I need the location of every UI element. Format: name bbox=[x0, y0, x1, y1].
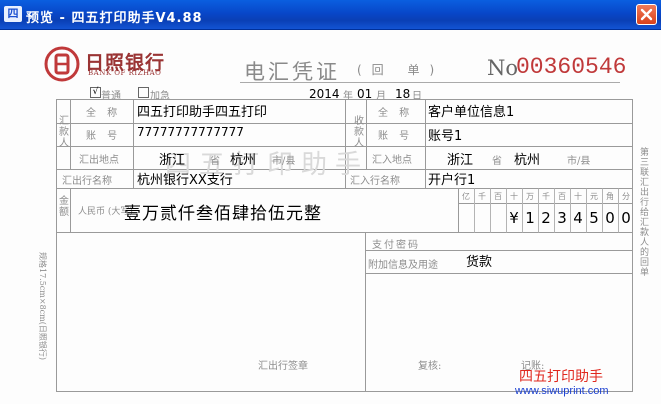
payee-account: 账号1 bbox=[428, 129, 463, 144]
payee-province: 浙江 bbox=[447, 153, 474, 168]
amount-unit-header: 十 bbox=[574, 192, 582, 201]
in-bank-label: 汇入行名称 bbox=[350, 176, 400, 187]
payee-city-unit: 市/县 bbox=[567, 156, 591, 167]
remitter-city-unit: 市/县 bbox=[272, 156, 296, 167]
amount-digit: ¥ bbox=[509, 209, 519, 227]
payee-place-label: 汇入地点 bbox=[372, 155, 412, 166]
close-button[interactable] bbox=[636, 4, 657, 25]
payee-name: 客户单位信息1 bbox=[428, 105, 515, 120]
out-bank-name: 杭州银行XX支行 bbox=[137, 173, 233, 188]
voucher-sheet: 日照银行 BANK OF RIZHAO 电汇凭证 (回 单) No 003605… bbox=[0, 30, 661, 404]
brand-url[interactable]: www.siwuprint.com bbox=[515, 385, 609, 397]
remitter-province: 浙江 bbox=[159, 153, 186, 168]
side-note: 第三联 汇出行给汇款人的回单 bbox=[640, 148, 650, 278]
remitter-province-unit: 省 bbox=[210, 156, 220, 167]
window-title: 预览 - 四五打印助手V4.88 bbox=[26, 11, 203, 26]
amount-label: 金额 bbox=[59, 196, 69, 218]
window-titlebar: 四 预览 - 四五打印助手V4.88 bbox=[0, 0, 661, 30]
remitter-place-label: 汇出地点 bbox=[79, 155, 119, 166]
brand-name: 四五打印助手 bbox=[519, 369, 603, 385]
out-bank-label: 汇出行名称 bbox=[62, 176, 112, 187]
review-label: 复核: bbox=[418, 361, 442, 372]
amount-digit: 2 bbox=[541, 209, 551, 227]
amount-unit-header: 角 bbox=[606, 192, 614, 201]
payment-password-label: 支付密码 bbox=[372, 240, 420, 251]
amount-digit: 0 bbox=[621, 209, 631, 227]
amount-unit-header: 分 bbox=[622, 192, 630, 201]
amount-digit: 0 bbox=[605, 209, 615, 227]
amount-unit-header: 千 bbox=[478, 192, 486, 201]
amount-digit: 4 bbox=[573, 209, 583, 227]
payee-province-unit: 省 bbox=[492, 156, 502, 167]
amount-digit: 3 bbox=[557, 209, 567, 227]
remitter-city: 杭州 bbox=[230, 153, 257, 168]
amount-unit-header: 百 bbox=[494, 192, 502, 201]
amount-in-words: 壹万贰仟叁佰肆拾伍元整 bbox=[124, 204, 322, 224]
remitter-name: 四五打印助手四五打印 bbox=[137, 105, 268, 120]
app-icon: 四 bbox=[4, 6, 22, 22]
left-note: 规格17.5cm×8cm(日照银行) bbox=[38, 252, 47, 360]
amount-unit-header: 元 bbox=[590, 192, 598, 201]
extra-info-label: 附加信息及用途 bbox=[368, 260, 438, 271]
remitter-section-label: 汇款人 bbox=[59, 116, 69, 149]
amount-digit: 5 bbox=[589, 209, 599, 227]
in-bank-name: 开户行1 bbox=[428, 173, 476, 188]
close-icon bbox=[640, 8, 653, 21]
amount-unit-header: 千 bbox=[542, 192, 550, 201]
left-note-wrap: 规格17.5cm×8cm(日照银行) bbox=[37, 252, 49, 382]
amount-unit-header: 十 bbox=[510, 192, 518, 201]
payee-city: 杭州 bbox=[514, 153, 541, 168]
purpose-value: 货款 bbox=[466, 255, 493, 270]
remitter-name-label: 全 称 bbox=[86, 108, 122, 119]
amount-digit: 1 bbox=[525, 209, 535, 227]
remitter-account: 77777777777777 bbox=[137, 125, 244, 139]
stamp-label: 汇出行签章 bbox=[258, 361, 308, 372]
amount-unit-header: 万 bbox=[526, 192, 534, 201]
payee-account-label: 账 号 bbox=[378, 131, 414, 142]
payee-name-label: 全 称 bbox=[378, 108, 414, 119]
amount-unit-header: 亿 bbox=[462, 192, 470, 201]
amount-unit-header: 百 bbox=[558, 192, 566, 201]
payee-section-label: 收款人 bbox=[354, 116, 364, 149]
remitter-account-label: 账 号 bbox=[86, 131, 122, 142]
